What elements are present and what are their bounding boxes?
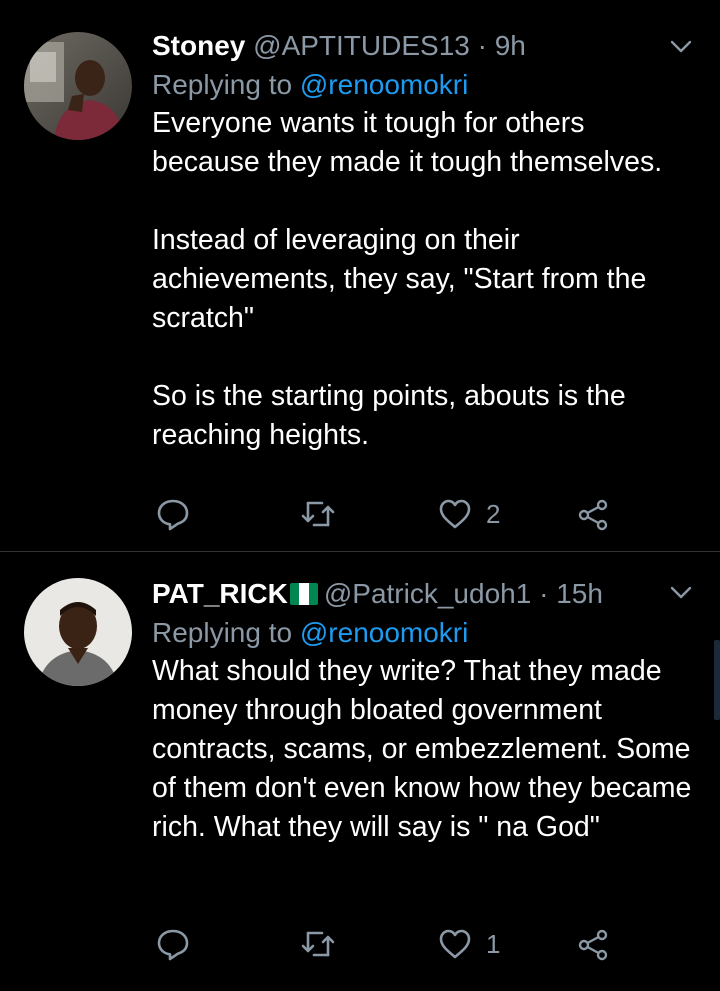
scrollbar[interactable] (714, 640, 720, 720)
like-count: 2 (486, 498, 501, 529)
replying-prefix: Replying to (152, 69, 293, 100)
reply-button[interactable] (156, 924, 190, 964)
like-count: 1 (486, 928, 501, 959)
tweet-text: What should they write? That they made m… (152, 655, 700, 843)
reply-button[interactable] (156, 494, 190, 534)
retweet-button[interactable] (300, 924, 336, 964)
separator: · (477, 30, 487, 61)
replying-to: Replying to @renoomokri (152, 66, 700, 104)
avatar-image (24, 32, 132, 140)
like-button[interactable]: 2 (438, 494, 500, 534)
display-name[interactable]: PAT_RICK (152, 578, 288, 609)
tweet-text: Everyone wants it tough for others becau… (152, 107, 663, 451)
replying-handle[interactable]: @renoomokri (300, 617, 468, 648)
retweet-icon (301, 931, 335, 957)
handle[interactable]: @APTITUDES13 (253, 30, 470, 61)
tweet-content: Stoney @APTITUDES13 · 9h Replying to @re… (152, 26, 700, 455)
tweet-actions: 1 (152, 924, 632, 964)
tweet-header: PAT_RICK @Patrick_udoh1 · 15h (152, 574, 700, 614)
replying-handle[interactable]: @renoomokri (300, 69, 468, 100)
nigeria-flag-icon (289, 583, 318, 605)
retweet-icon (301, 501, 335, 527)
like-icon (439, 929, 471, 959)
tweet-content: PAT_RICK @Patrick_udoh1 · 15h Replying to… (152, 574, 700, 847)
reply-icon (157, 499, 189, 531)
chevron-down-icon[interactable] (670, 586, 692, 600)
handle[interactable]: @Patrick_udoh1 (324, 578, 531, 609)
avatar[interactable] (24, 578, 132, 686)
timestamp[interactable]: 9h (495, 30, 526, 61)
avatar-image (24, 578, 132, 686)
share-icon (578, 929, 608, 961)
tweet-actions: 2 (152, 494, 632, 534)
share-icon (578, 499, 608, 531)
tweet-header: Stoney @APTITUDES13 · 9h (152, 26, 700, 66)
separator: · (539, 578, 549, 609)
replying-prefix: Replying to (152, 617, 293, 648)
like-button[interactable]: 1 (438, 924, 500, 964)
avatar[interactable] (24, 32, 132, 140)
replying-to: Replying to @renoomokri (152, 614, 700, 652)
share-button[interactable] (576, 924, 610, 964)
display-name[interactable]: Stoney (152, 30, 245, 61)
like-icon (439, 499, 471, 529)
chevron-down-icon[interactable] (670, 40, 692, 54)
tweet[interactable]: Stoney @APTITUDES13 · 9h Replying to @re… (0, 0, 720, 551)
retweet-button[interactable] (300, 494, 336, 534)
timestamp[interactable]: 15h (556, 578, 603, 609)
tweet[interactable]: PAT_RICK @Patrick_udoh1 · 15h Replying to… (0, 552, 720, 991)
reply-icon (157, 929, 189, 961)
share-button[interactable] (576, 494, 610, 534)
